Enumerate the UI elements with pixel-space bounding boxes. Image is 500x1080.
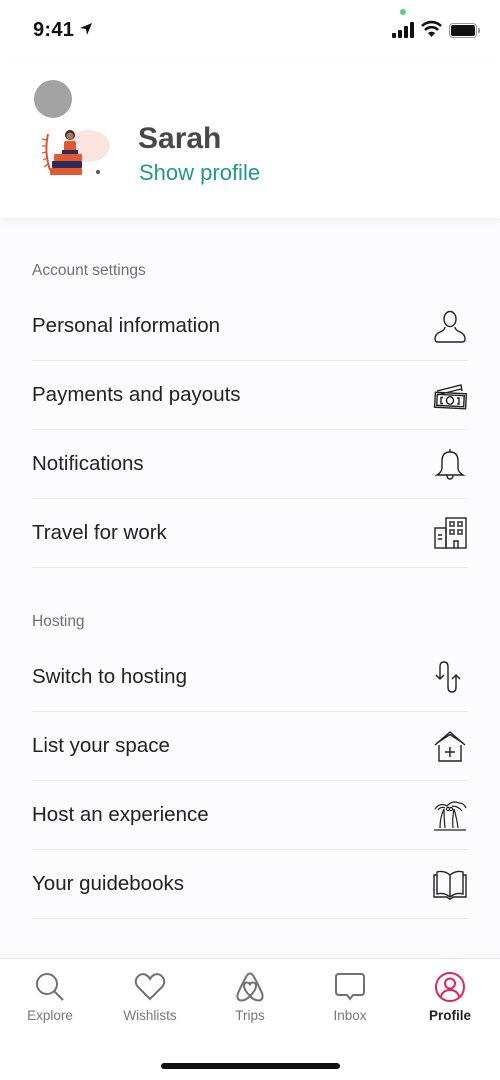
menu-item-label: Host an experience — [32, 803, 209, 826]
building-icon — [434, 517, 467, 549]
house-plus-icon — [434, 731, 466, 762]
money-card-icon — [433, 384, 468, 410]
tab-label: Inbox — [333, 1008, 367, 1023]
tab-profile[interactable]: Profile — [400, 959, 500, 1031]
show-profile-link[interactable]: Show profile — [139, 160, 260, 186]
camera-indicator-dot — [400, 9, 406, 15]
status-bar: 9:41 — [0, 0, 500, 60]
profile-circle-icon — [435, 972, 465, 1002]
tab-wishlists[interactable]: Wishlists — [100, 959, 200, 1031]
menu-item-label: Your guidebooks — [32, 872, 184, 895]
airbnb-logo-icon — [236, 972, 264, 1002]
person-icon — [434, 310, 466, 343]
switch-arrows-icon — [435, 661, 461, 693]
tab-label: Profile — [428, 1008, 471, 1023]
menu-item-your-guidebooks[interactable]: Your guidebooks — [32, 850, 468, 919]
tab-bar: Explore Wishlists Trips Inbox Profile — [0, 958, 500, 1080]
location-arrow-icon — [80, 23, 92, 35]
profile-name: Sarah — [138, 122, 222, 155]
tab-trips[interactable]: Trips — [200, 959, 300, 1031]
book-icon — [433, 870, 467, 900]
tab-explore[interactable]: Explore — [0, 959, 100, 1031]
menu-item-label: Notifications — [32, 452, 144, 475]
tab-label: Explore — [27, 1008, 73, 1023]
search-icon — [36, 973, 64, 1001]
menu-item-label: Travel for work — [32, 521, 167, 544]
chat-bubble-icon — [335, 973, 365, 1001]
section-header-account-settings: Account settings — [32, 262, 146, 279]
menu-item-label: Payments and payouts — [32, 383, 241, 406]
menu-item-label: Personal information — [32, 314, 221, 337]
tab-label: Trips — [235, 1008, 265, 1023]
tab-inbox[interactable]: Inbox — [300, 959, 400, 1031]
menu-item-travel-for-work[interactable]: Travel for work — [32, 499, 468, 568]
tab-label: Wishlists — [123, 1008, 177, 1023]
palm-trees-icon — [434, 801, 467, 831]
wifi-icon — [421, 20, 442, 37]
profile-card[interactable]: Sarah Show profile — [0, 60, 500, 218]
menu-item-list-your-space[interactable]: List your space — [32, 712, 468, 781]
menu-item-label: List your space — [32, 734, 170, 757]
home-indicator[interactable] — [161, 1063, 340, 1069]
avatar[interactable] — [34, 80, 72, 118]
menu-item-notifications[interactable]: Notifications — [32, 430, 468, 499]
menu-item-payments-and-payouts[interactable]: Payments and payouts — [32, 361, 468, 430]
status-time: 9:41 — [33, 19, 75, 41]
menu-item-personal-information[interactable]: Personal information — [32, 292, 468, 361]
profile-illustration — [41, 130, 110, 175]
section-header-hosting: Hosting — [32, 613, 85, 630]
menu-item-host-an-experience[interactable]: Host an experience — [32, 781, 468, 850]
heart-icon — [134, 973, 166, 1001]
battery-icon — [449, 23, 480, 38]
signal-icon — [392, 22, 414, 38]
menu-item-switch-to-hosting[interactable]: Switch to hosting — [32, 643, 468, 712]
menu-item-label: Switch to hosting — [32, 665, 187, 688]
bell-icon — [434, 449, 466, 480]
